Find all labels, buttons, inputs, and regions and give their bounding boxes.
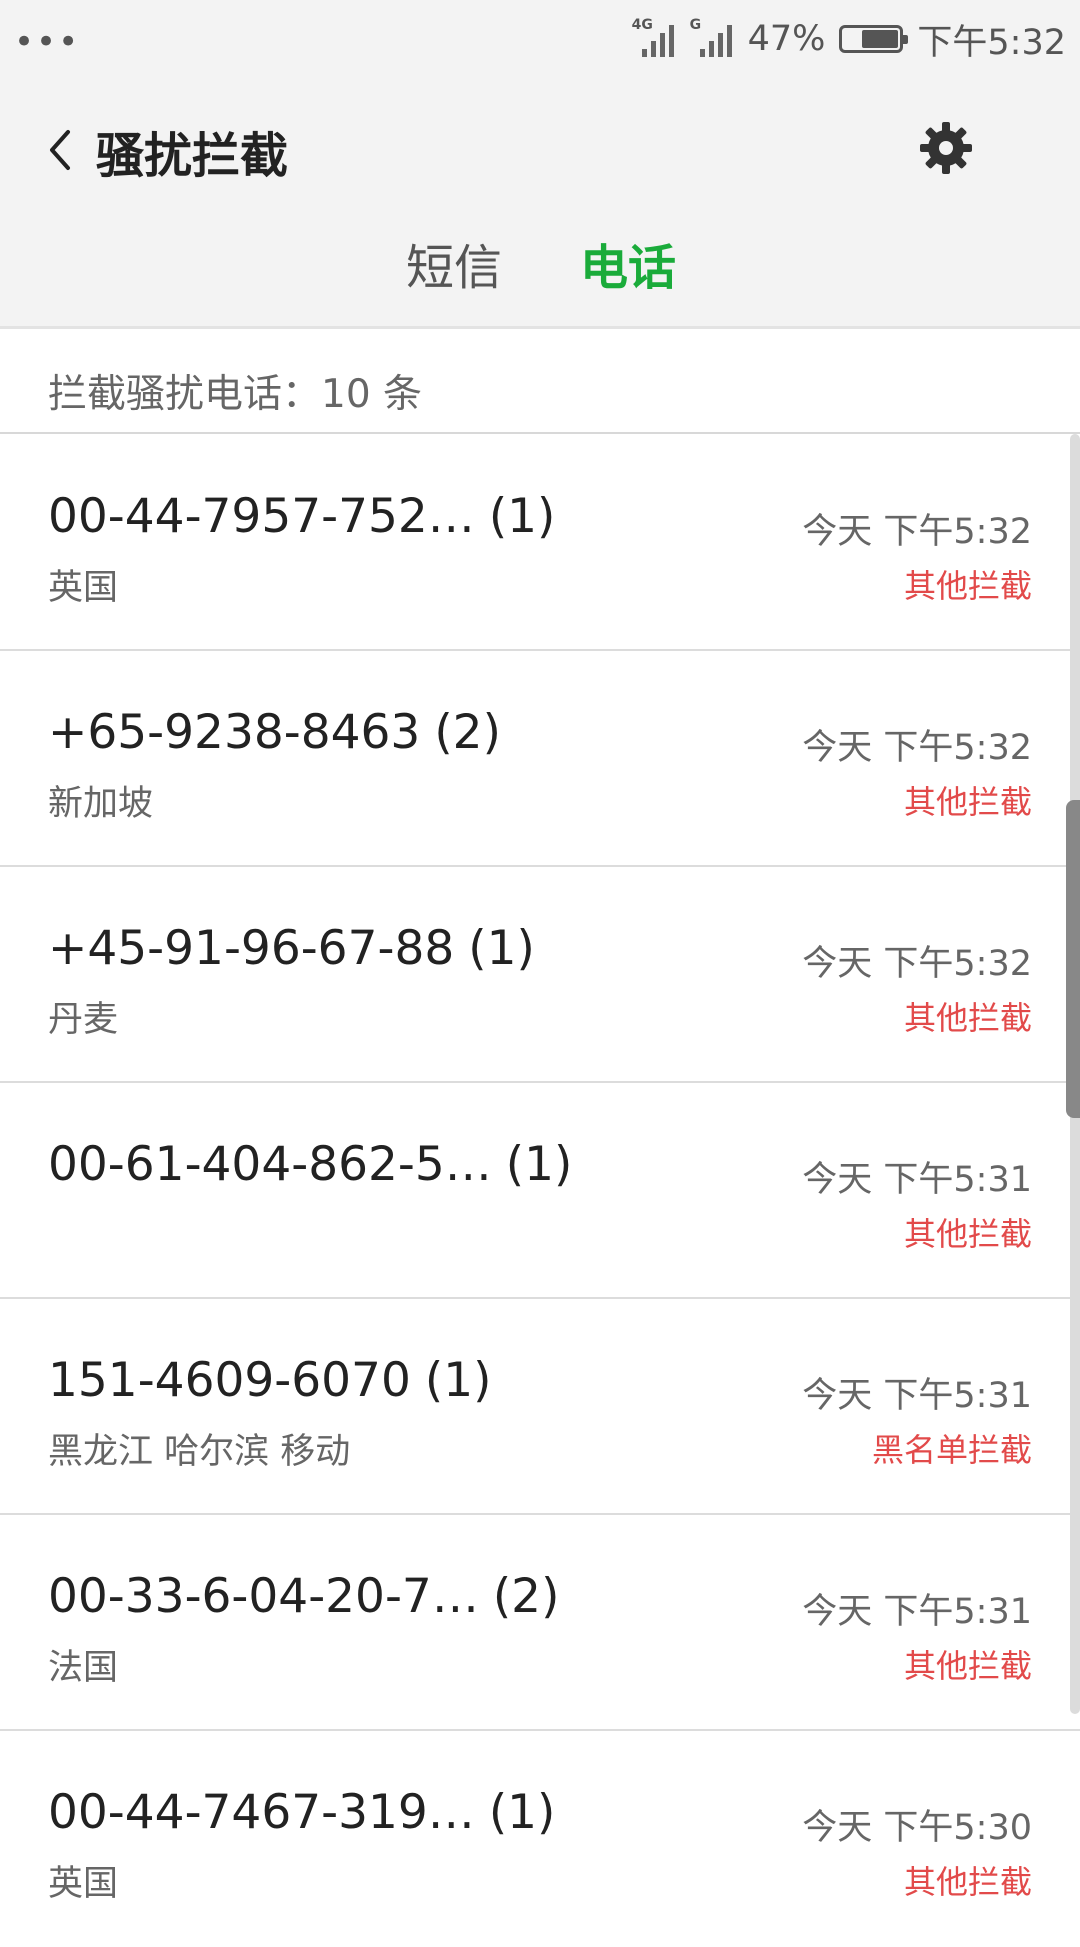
call-count: (2): [434, 705, 501, 760]
phone-number: 00-44-7957-752…: [48, 489, 475, 544]
list-item[interactable]: 00-44-7957-752… (1) 英国 今天 下午5:32 其他拦截: [0, 435, 1080, 651]
block-type: 黑名单拦截: [871, 1431, 1032, 1469]
block-type: 其他拦截: [903, 567, 1032, 605]
call-location: 英国: [48, 568, 119, 608]
battery-icon: [839, 25, 909, 53]
notification-dots: •••: [14, 22, 81, 62]
call-count: (1): [424, 1353, 492, 1408]
call-time: 今天 下午5:31: [802, 1592, 1032, 1632]
call-time: 今天 下午5:32: [802, 944, 1032, 984]
tab-sms[interactable]: 短信: [406, 228, 502, 298]
call-location: 英国: [48, 1864, 119, 1904]
call-location: 丹麦: [48, 1000, 119, 1040]
scrollbar-thumb[interactable]: [1066, 800, 1080, 1118]
status-time: 下午5:32: [917, 22, 1066, 63]
block-type: 其他拦截: [903, 783, 1032, 821]
gear-icon[interactable]: [916, 118, 976, 178]
call-count: (2): [492, 1569, 560, 1624]
block-type: 其他拦截: [903, 1863, 1032, 1901]
call-count: (1): [468, 921, 535, 976]
tab-calls[interactable]: 电话: [580, 228, 676, 298]
call-count: (1): [488, 1785, 556, 1840]
call-location: 新加坡: [48, 784, 154, 824]
signal-4g-icon: 4G: [632, 17, 676, 59]
list-item[interactable]: +65-9238-8463 (2) 新加坡 今天 下午5:32 其他拦截: [0, 651, 1080, 867]
status-bar: ••• 4G G 47% 下午5:32: [0, 0, 1080, 78]
list-item[interactable]: 00-44-7467-319… (1) 英国 今天 下午5:30 其他拦截: [0, 1731, 1080, 1947]
blocked-count-label: 拦截骚扰电话：10 条: [48, 372, 423, 417]
blocked-summary: 拦截骚扰电话：10 条: [0, 329, 1080, 434]
call-time: 今天 下午5:31: [802, 1376, 1032, 1416]
call-time: 今天 下午5:32: [802, 512, 1032, 552]
chevron-left-icon[interactable]: [40, 122, 84, 178]
block-type: 其他拦截: [903, 1215, 1032, 1253]
call-time: 今天 下午5:32: [802, 728, 1032, 768]
list-item[interactable]: 151-4609-6070 (1) 黑龙江 哈尔滨 移动 今天 下午5:31 黑名…: [0, 1299, 1080, 1515]
list-item[interactable]: 00-61-404-862-5… (1) 今天 下午5:31 其他拦截: [0, 1083, 1080, 1299]
call-location: 黑龙江 哈尔滨 移动: [48, 1432, 351, 1472]
call-time: 今天 下午5:31: [802, 1160, 1032, 1200]
phone-number: 00-33-6-04-20-7…: [48, 1569, 479, 1624]
battery-percent: 47%: [747, 19, 826, 59]
phone-number: +45-91-96-67-88: [48, 921, 455, 976]
call-location: 法国: [48, 1648, 119, 1688]
tab-bar: 短信 电话: [0, 228, 1080, 308]
blocked-call-list: 00-44-7957-752… (1) 英国 今天 下午5:32 其他拦截 +65…: [0, 435, 1080, 1947]
call-count: (1): [488, 489, 556, 544]
call-count: (1): [505, 1137, 573, 1192]
list-item[interactable]: +45-91-96-67-88 (1) 丹麦 今天 下午5:32 其他拦截: [0, 867, 1080, 1083]
page-title: 骚扰拦截: [96, 128, 289, 184]
app-header: 骚扰拦截 短信 电话: [0, 78, 1080, 329]
phone-number: 00-44-7467-319…: [48, 1785, 475, 1840]
block-type: 其他拦截: [903, 999, 1032, 1037]
phone-number: 151-4609-6070: [48, 1353, 411, 1408]
block-type: 其他拦截: [903, 1647, 1032, 1685]
call-time: 今天 下午5:30: [802, 1808, 1032, 1848]
phone-number: +65-9238-8463: [48, 705, 421, 760]
list-item[interactable]: 00-33-6-04-20-7… (2) 法国 今天 下午5:31 其他拦截: [0, 1515, 1080, 1731]
phone-number: 00-61-404-862-5…: [48, 1137, 492, 1192]
signal-g-icon: G: [690, 17, 734, 59]
